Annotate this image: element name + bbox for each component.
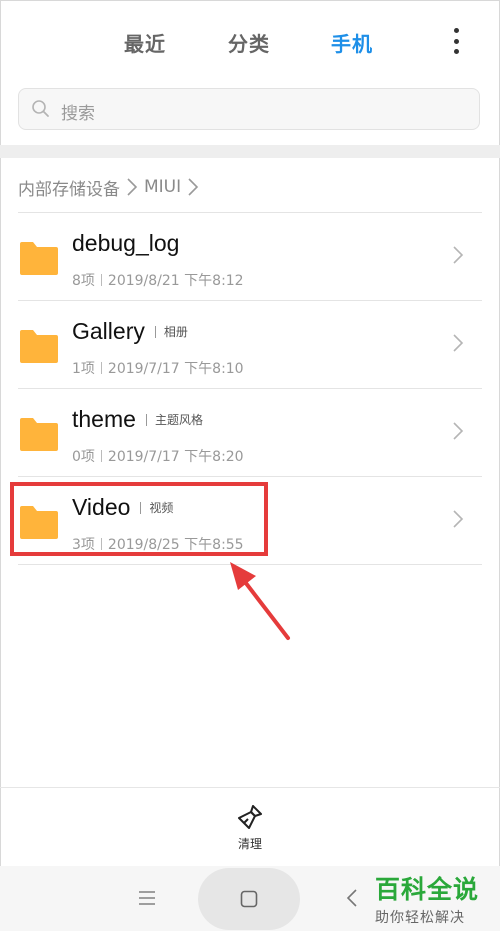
folder-meta: 1项 2019/7/17 下午8:10	[72, 358, 244, 378]
tab-category[interactable]: 分类	[228, 28, 270, 57]
highlight-box	[10, 482, 268, 556]
folder-icon	[20, 418, 58, 451]
modified-date: 2019/8/21 下午8:12	[107, 273, 244, 289]
folder-alias: 相册	[163, 325, 188, 339]
search-placeholder: 搜索	[61, 104, 95, 124]
watermark-title: 百科全说	[375, 875, 480, 904]
annotation-arrow-icon	[230, 562, 290, 640]
item-count: 8项	[72, 273, 95, 289]
breadcrumb: 内部存储设备 MIUI	[18, 174, 205, 200]
modified-date: 2019/7/17 下午8:20	[107, 449, 244, 465]
folder-row-debug-log[interactable]: debug_log 8项 2019/8/21 下午8:12	[0, 212, 500, 300]
watermark: 百科全说 助你轻松解决	[375, 870, 493, 927]
watermark-subtitle: 助你轻松解决	[375, 910, 465, 926]
back-icon[interactable]	[346, 888, 358, 908]
chevron-right-icon	[188, 178, 199, 196]
search-icon	[32, 100, 49, 117]
item-count: 0项	[72, 449, 95, 465]
tab-phone[interactable]: 手机	[331, 28, 373, 57]
folder-icon	[20, 330, 58, 363]
menu-icon[interactable]	[138, 890, 156, 906]
chevron-right-icon	[127, 178, 138, 196]
search-bar[interactable]: 搜索	[18, 88, 480, 130]
chevron-right-icon	[453, 246, 464, 264]
folder-name: debug_log	[72, 230, 180, 256]
folder-name: theme	[72, 406, 136, 432]
folder-name: Gallery	[72, 318, 145, 344]
broom-icon	[238, 805, 262, 829]
breadcrumb-root[interactable]: 内部存储设备	[18, 175, 120, 200]
chevron-right-icon	[453, 334, 464, 352]
tab-recent[interactable]: 最近	[124, 28, 166, 57]
divider	[0, 787, 500, 788]
folder-icon	[20, 242, 58, 275]
folder-meta: 0项 2019/7/17 下午8:20	[72, 446, 244, 466]
folder-alias: 主题风格	[154, 413, 203, 427]
folder-row-gallery[interactable]: Gallery 相册 1项 2019/7/17 下午8:10	[0, 300, 500, 388]
modified-date: 2019/7/17 下午8:10	[107, 361, 244, 377]
more-options-icon[interactable]	[446, 28, 466, 54]
clean-label: 清理	[237, 837, 262, 851]
item-count: 1项	[72, 361, 95, 377]
top-tab-bar: 最近 分类 手机	[0, 0, 500, 84]
breadcrumb-current[interactable]: MIUI	[144, 177, 181, 197]
clean-button[interactable]: 清理	[228, 803, 272, 857]
home-icon[interactable]	[240, 890, 258, 908]
section-gap	[0, 145, 500, 158]
chevron-right-icon	[453, 510, 464, 528]
folder-row-theme[interactable]: theme 主题风格 0项 2019/7/17 下午8:20	[0, 388, 500, 476]
folder-meta: 8项 2019/8/21 下午8:12	[72, 270, 244, 290]
chevron-right-icon	[453, 422, 464, 440]
